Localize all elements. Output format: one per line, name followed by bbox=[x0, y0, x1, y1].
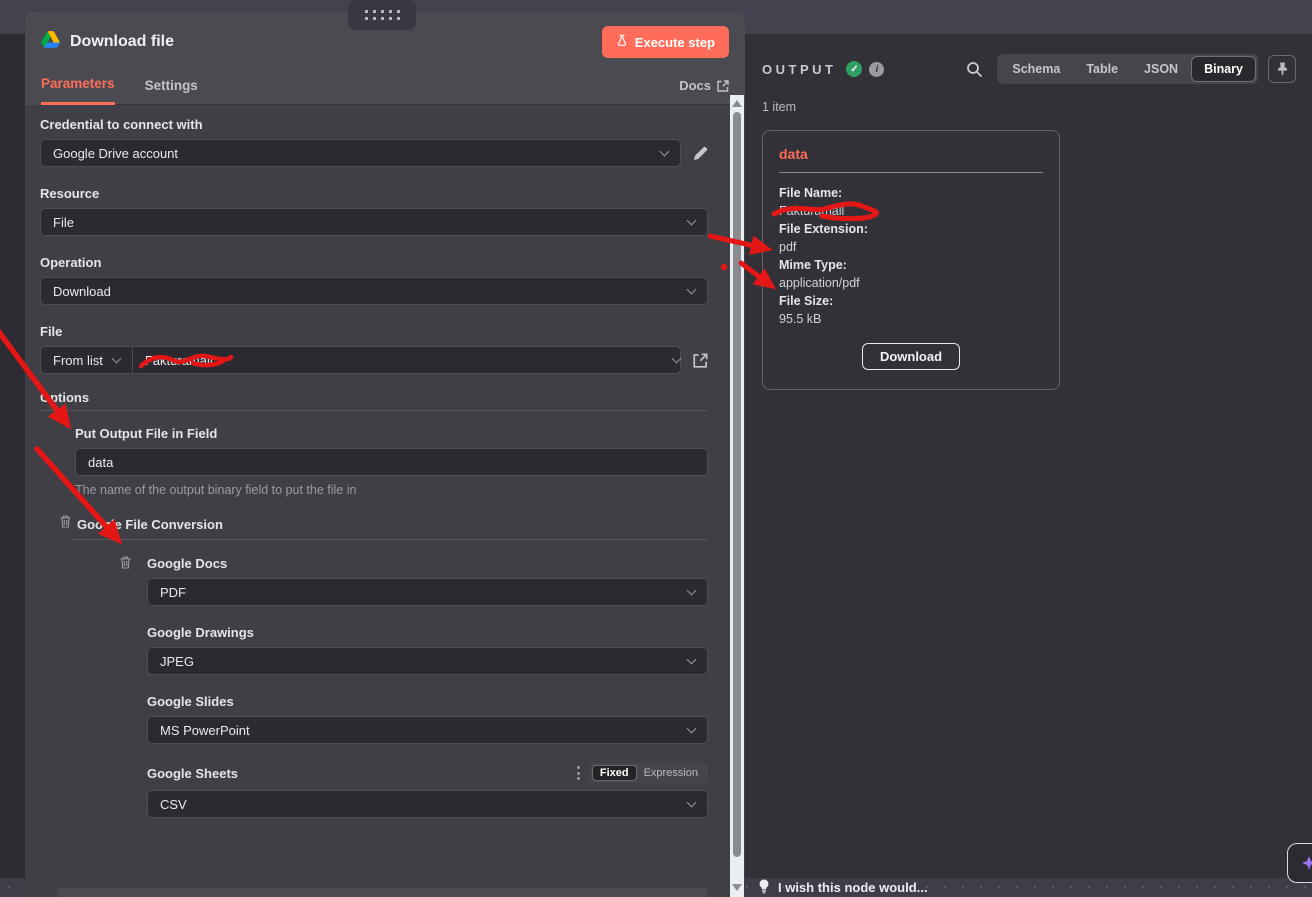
google-sheets-label: Google Sheets bbox=[147, 766, 238, 781]
output-view-switcher: Schema Table JSON Binary bbox=[997, 54, 1258, 84]
mime-type-value: application/pdf bbox=[779, 274, 1043, 292]
pin-data-button[interactable] bbox=[1268, 55, 1296, 83]
scroll-up-arrow[interactable] bbox=[732, 100, 742, 107]
conversion-label: Google File Conversion bbox=[77, 517, 223, 532]
output-field-hint: The name of the output binary field to p… bbox=[75, 483, 708, 497]
flask-icon bbox=[616, 34, 628, 50]
feedback-hint-text: I wish this node would... bbox=[778, 880, 928, 895]
toggle-expression[interactable]: Expression bbox=[637, 766, 705, 780]
google-slides-label: Google Slides bbox=[147, 694, 708, 709]
output-items-count: 1 item bbox=[762, 100, 1312, 114]
output-field-input[interactable]: data bbox=[75, 448, 708, 476]
tab-table[interactable]: Table bbox=[1073, 56, 1131, 82]
chevron-down-icon bbox=[111, 354, 121, 364]
google-sheets-select[interactable]: CSV bbox=[147, 790, 708, 818]
sparkle-icon bbox=[1298, 851, 1312, 875]
chevron-down-icon bbox=[687, 216, 697, 226]
google-docs-select[interactable]: PDF bbox=[147, 578, 708, 606]
chevron-down-icon bbox=[687, 285, 697, 295]
execute-step-button[interactable]: Execute step bbox=[602, 26, 729, 58]
google-drawings-label: Google Drawings bbox=[147, 625, 708, 640]
output-field-label: Put Output File in Field bbox=[75, 426, 708, 441]
chevron-down-icon bbox=[672, 354, 682, 364]
file-label: File bbox=[40, 324, 708, 339]
operation-label: Operation bbox=[40, 255, 708, 270]
info-icon[interactable]: i bbox=[869, 62, 884, 77]
file-name-value: Fakturamall bbox=[779, 202, 1043, 220]
add-option-button[interactable]: Add option bbox=[57, 888, 707, 897]
drag-dots-icon bbox=[365, 10, 400, 20]
credential-select[interactable]: Google Drive account bbox=[40, 139, 681, 167]
conversion-divider bbox=[73, 539, 708, 540]
binary-output-card: data File Name: Fakturamall File Extensi… bbox=[762, 130, 1060, 390]
scrollbar-thumb[interactable] bbox=[733, 112, 741, 857]
operation-select[interactable]: Download bbox=[40, 277, 708, 305]
file-value: Fakturamall bbox=[133, 353, 213, 368]
google-drive-icon bbox=[41, 31, 60, 53]
tab-settings[interactable]: Settings bbox=[145, 78, 198, 104]
file-extension-value: pdf bbox=[779, 238, 1043, 256]
scroll-down-arrow[interactable] bbox=[732, 884, 742, 891]
node-title: Download file bbox=[70, 33, 174, 51]
pencil-icon bbox=[693, 146, 708, 161]
trash-icon bbox=[120, 556, 131, 569]
resource-label: Resource bbox=[40, 186, 708, 201]
file-mode-select[interactable]: From list bbox=[41, 347, 133, 373]
download-file-button[interactable]: Download bbox=[862, 343, 960, 370]
search-icon[interactable] bbox=[966, 61, 983, 78]
parameters-form: Credential to connect with Google Drive … bbox=[25, 105, 745, 897]
pin-icon bbox=[1276, 62, 1289, 76]
toggle-fixed[interactable]: Fixed bbox=[592, 765, 637, 781]
edit-credential-button[interactable] bbox=[693, 146, 708, 161]
chevron-down-icon bbox=[660, 147, 670, 157]
external-link-icon bbox=[717, 80, 729, 92]
google-slides-select[interactable]: MS PowerPoint bbox=[147, 716, 708, 744]
open-file-externally-button[interactable] bbox=[693, 353, 708, 368]
delete-option-button[interactable] bbox=[120, 556, 131, 574]
trash-icon bbox=[60, 515, 71, 528]
tab-parameters[interactable]: Parameters bbox=[41, 76, 115, 105]
mime-type-label: Mime Type: bbox=[779, 256, 1043, 274]
node-feedback-link[interactable]: I wish this node would... bbox=[758, 879, 928, 897]
output-header: OUTPUT ✓ i Schema Table JSON Binary bbox=[745, 34, 1312, 84]
card-divider bbox=[779, 172, 1043, 173]
parameter-options-icon[interactable] bbox=[577, 766, 580, 780]
options-label: Options bbox=[40, 390, 708, 405]
panel-scrollbar[interactable] bbox=[730, 95, 744, 897]
file-extension-label: File Extension: bbox=[779, 220, 1043, 238]
docs-link[interactable]: Docs bbox=[679, 78, 729, 104]
chevron-down-icon bbox=[687, 724, 697, 734]
chevron-down-icon bbox=[687, 798, 697, 808]
ai-assistant-button[interactable] bbox=[1287, 843, 1312, 883]
chevron-down-icon bbox=[687, 655, 697, 665]
file-select[interactable]: From list Fakturamall bbox=[40, 346, 681, 374]
node-detail-panel: Download file Execute step Parameters Se… bbox=[25, 12, 745, 897]
tab-schema[interactable]: Schema bbox=[999, 56, 1073, 82]
binary-field-title: data bbox=[779, 146, 1043, 162]
output-pane: OUTPUT ✓ i Schema Table JSON Binary 1 it… bbox=[745, 34, 1312, 878]
fixed-expression-toggle: Fixed Expression bbox=[589, 763, 708, 783]
file-name-label: File Name: bbox=[779, 184, 1043, 202]
output-title: OUTPUT bbox=[762, 62, 836, 77]
delete-option-button[interactable] bbox=[60, 515, 71, 533]
success-check-icon: ✓ bbox=[846, 61, 862, 77]
credential-label: Credential to connect with bbox=[40, 117, 708, 132]
google-drawings-select[interactable]: JPEG bbox=[147, 647, 708, 675]
tab-json[interactable]: JSON bbox=[1131, 56, 1191, 82]
external-link-icon bbox=[693, 353, 708, 368]
file-size-value: 95.5 kB bbox=[779, 310, 1043, 328]
tab-binary[interactable]: Binary bbox=[1191, 56, 1256, 82]
lightbulb-icon bbox=[758, 879, 770, 897]
options-divider bbox=[40, 410, 708, 411]
file-size-label: File Size: bbox=[779, 292, 1043, 310]
google-docs-label: Google Docs bbox=[147, 556, 708, 571]
resource-select[interactable]: File bbox=[40, 208, 708, 236]
chevron-down-icon bbox=[687, 586, 697, 596]
panel-drag-handle[interactable] bbox=[348, 0, 416, 30]
panel-tabs: Parameters Settings Docs bbox=[41, 72, 729, 105]
